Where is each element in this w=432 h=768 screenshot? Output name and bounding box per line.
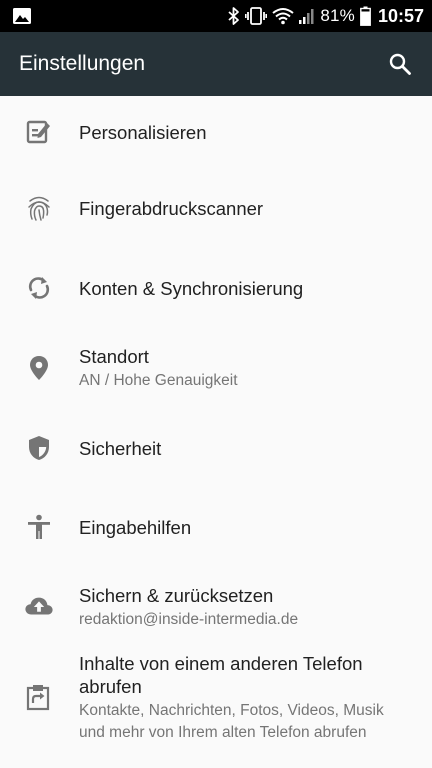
fingerprint-icon <box>24 193 54 223</box>
battery-percent: 81% <box>320 6 355 25</box>
sync-icon <box>24 273 54 303</box>
item-title: Standort <box>79 345 149 367</box>
item-title: Inhalte von einem anderen Telefon abrufe… <box>79 653 363 697</box>
app-toolbar: Einstellungen <box>0 32 432 96</box>
settings-list: Personalisieren Fingerabdruckscanner Kon… <box>0 96 432 748</box>
item-summary: AN / Hohe Genauigkeit <box>79 371 238 389</box>
settings-item-fingerprint[interactable]: Fingerabdruckscanner <box>0 168 432 248</box>
personalize-icon <box>24 117 54 147</box>
clock: 10:57 <box>377 5 424 26</box>
settings-item-location[interactable]: Standort AN / Hohe Genauigkeit <box>0 328 432 408</box>
location-icon <box>24 353 54 383</box>
bluetooth-icon <box>228 6 240 26</box>
vibrate-icon <box>245 6 268 26</box>
shield-icon <box>24 433 54 463</box>
accessibility-icon <box>24 512 54 542</box>
page-title: Einstellungen <box>19 52 146 75</box>
settings-item-personalize[interactable]: Personalisieren <box>0 96 432 168</box>
phone-transfer-icon <box>24 683 54 713</box>
image-notification-icon <box>12 7 32 25</box>
signal-icon <box>299 7 315 25</box>
item-title: Eingabehilfen <box>79 516 192 538</box>
status-bar: 81% 10:57 <box>0 0 432 32</box>
item-title: Fingerabdruckscanner <box>79 197 264 219</box>
battery-icon <box>360 6 371 26</box>
settings-item-accessibility[interactable]: Eingabehilfen <box>0 488 432 566</box>
settings-item-backup-reset[interactable]: Sichern & zurücksetzen redaktion@inside-… <box>0 566 432 648</box>
wifi-icon <box>272 7 294 25</box>
item-title: Konten & Synchronisierung <box>79 277 304 299</box>
item-title: Sicherheit <box>79 437 162 459</box>
item-summary: Kontakte, Nachrichten, Fotos, Videos, Mu… <box>79 702 384 741</box>
item-title: Sichern & zurücksetzen <box>79 584 274 606</box>
settings-item-security[interactable]: Sicherheit <box>0 408 432 488</box>
settings-item-accounts-sync[interactable]: Konten & Synchronisierung <box>0 248 432 328</box>
cloud-upload-icon <box>24 592 54 622</box>
item-summary: redaktion@inside-intermedia.de <box>79 610 299 628</box>
item-title: Personalisieren <box>79 121 207 143</box>
settings-item-transfer-content[interactable]: Inhalte von einem anderen Telefon abrufe… <box>0 648 432 748</box>
search-button[interactable] <box>384 48 416 80</box>
search-icon <box>388 52 412 76</box>
